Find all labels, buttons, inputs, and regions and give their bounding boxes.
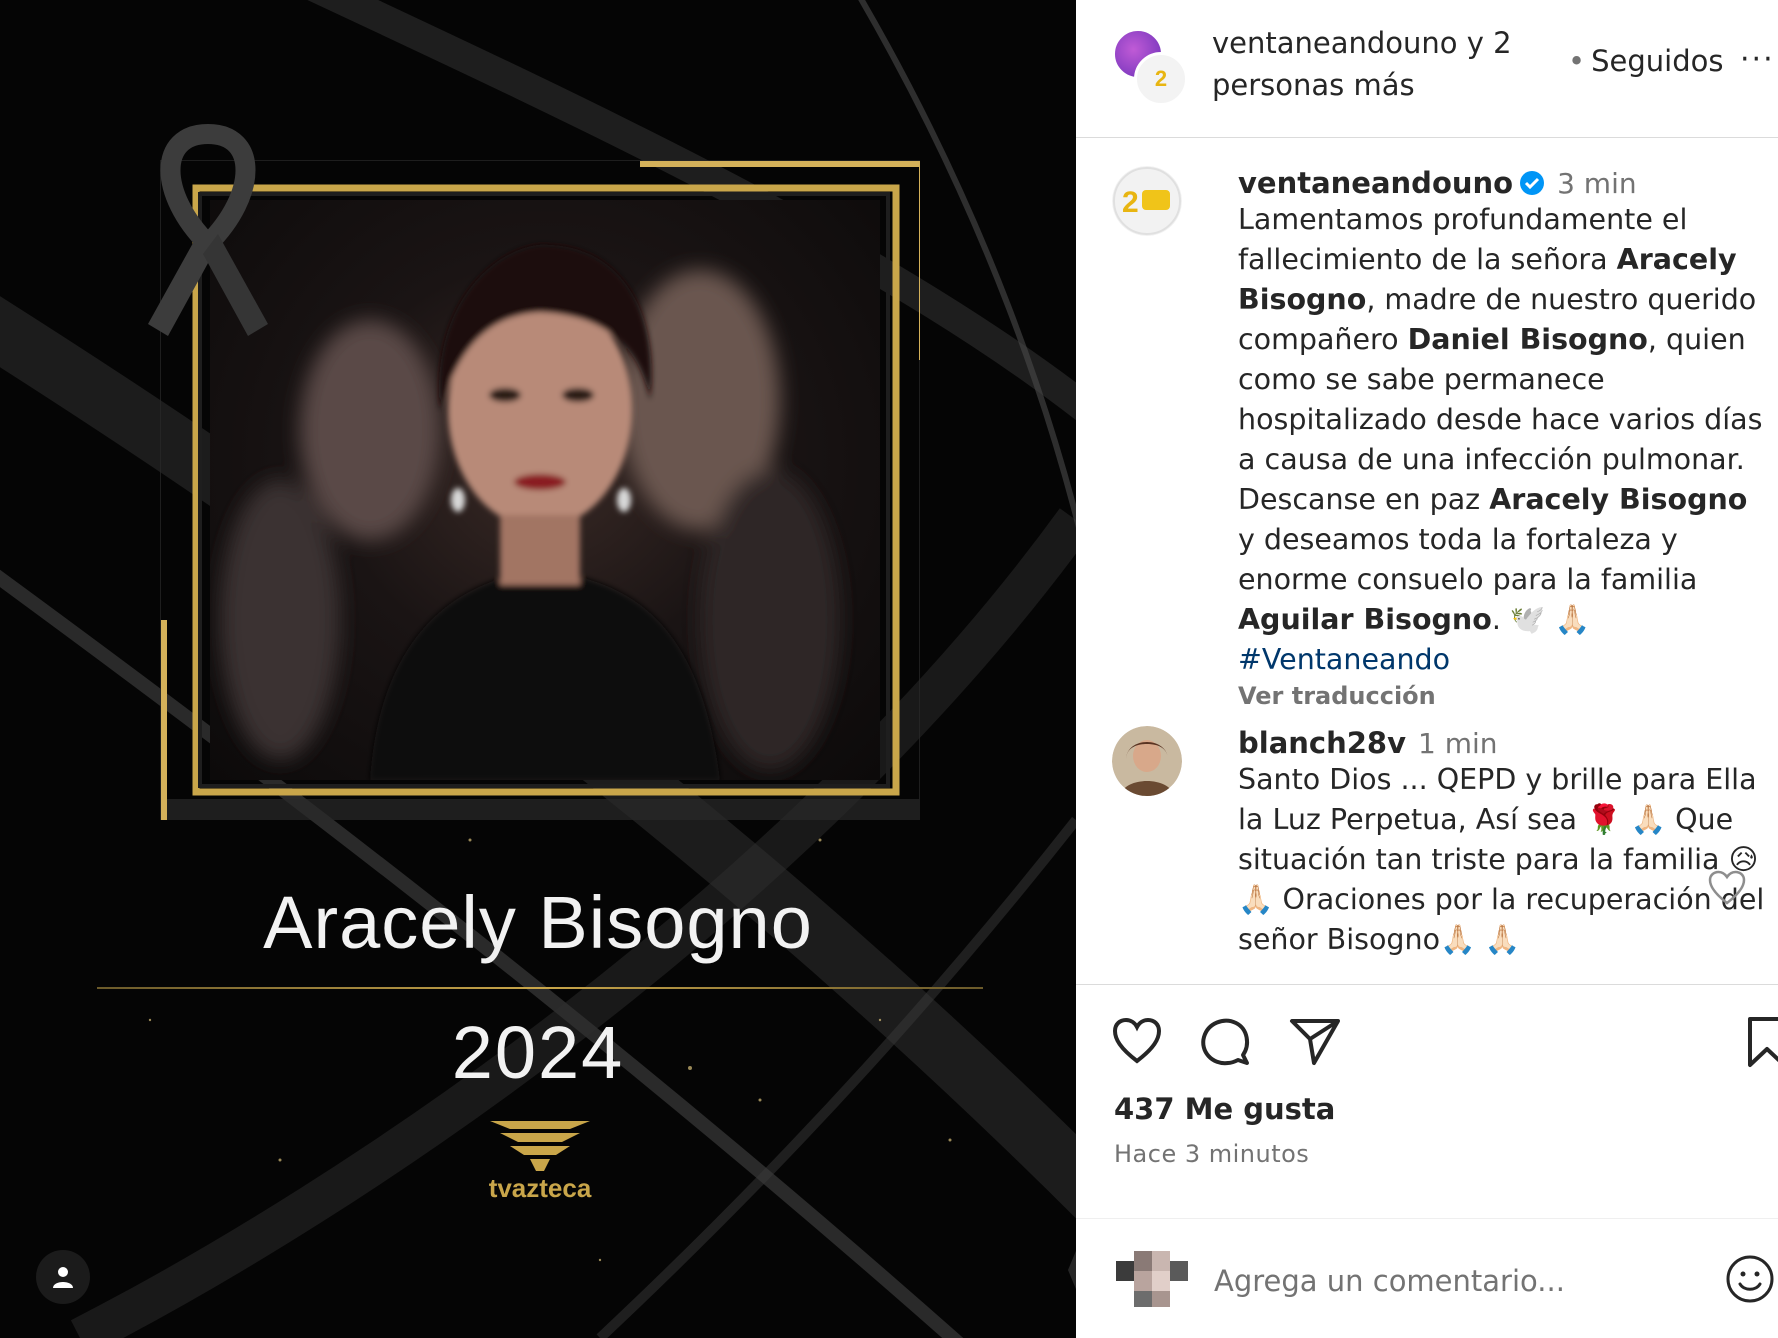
avatar bbox=[1116, 1247, 1192, 1309]
emoji-icon[interactable] bbox=[1724, 1253, 1776, 1305]
comment-time[interactable]: 1 min bbox=[1418, 727, 1498, 760]
add-comment-bar bbox=[1076, 1218, 1778, 1338]
caption-time[interactable]: 3 min bbox=[1557, 167, 1637, 200]
caption-text: Lamentamos profundamente el fallecimient… bbox=[1238, 203, 1763, 676]
comments-scroll-area[interactable]: 2 ventaneandouno 3 min Lamentamos profund… bbox=[1076, 140, 1778, 982]
add-comment-input[interactable] bbox=[1214, 1259, 1654, 1303]
following-button[interactable]: • Seguidos bbox=[1568, 44, 1723, 78]
comment-icon[interactable] bbox=[1198, 1015, 1252, 1069]
tag-user-icon[interactable] bbox=[36, 1250, 90, 1304]
post-timestamp[interactable]: Hace 3 minutos bbox=[1114, 1140, 1309, 1168]
svg-text:2: 2 bbox=[1122, 186, 1139, 219]
following-label: Seguidos bbox=[1591, 44, 1724, 78]
memorial-name: Aracely Bisogno bbox=[263, 881, 813, 964]
save-icon[interactable] bbox=[1740, 1015, 1778, 1069]
verified-badge-icon bbox=[1520, 171, 1545, 195]
post-image[interactable]: Aracely Bisogno 2024 tvazteca bbox=[0, 0, 1076, 1338]
hashtag-link[interactable]: #Ventaneando bbox=[1238, 643, 1450, 676]
mourning-ribbon-icon bbox=[148, 124, 268, 336]
more-options-icon[interactable]: ··· bbox=[1740, 42, 1775, 77]
tvazteca-logo-icon: tvazteca bbox=[470, 1115, 610, 1205]
comment-body: blanch28v 1 min Santo Dios ... QEPD y bri… bbox=[1238, 726, 1768, 960]
see-translation-link[interactable]: Ver traducción bbox=[1238, 682, 1436, 710]
action-bar bbox=[1076, 984, 1778, 1069]
avatar[interactable]: 2 bbox=[1112, 166, 1182, 236]
caption-body: ventaneandouno 3 min Lamentamos profundam… bbox=[1238, 166, 1768, 710]
caption-username[interactable]: ventaneandouno bbox=[1238, 166, 1513, 200]
separator-dot: • bbox=[1568, 44, 1586, 78]
gold-divider bbox=[97, 987, 983, 989]
post-side-panel: 2 ventaneandouno y 2 personas más • Segui… bbox=[1076, 0, 1778, 1338]
like-icon[interactable] bbox=[1110, 1015, 1164, 1069]
post-header: 2 ventaneandouno y 2 personas más • Segui… bbox=[1076, 0, 1778, 138]
brand-wordmark: tvazteca bbox=[488, 1173, 592, 1203]
share-icon[interactable] bbox=[1288, 1015, 1342, 1069]
comment-username[interactable]: blanch28v bbox=[1238, 726, 1406, 760]
likes-count[interactable]: 437 Me gusta bbox=[1114, 1092, 1335, 1126]
post-owners[interactable]: ventaneandouno y 2 personas más bbox=[1212, 22, 1542, 106]
comment-like-icon[interactable] bbox=[1708, 870, 1746, 906]
avatar: 2 bbox=[1134, 52, 1188, 106]
avatar[interactable] bbox=[1112, 726, 1182, 796]
comment-text: Santo Dios ... QEPD y brille para Ella l… bbox=[1238, 763, 1765, 956]
collab-avatars[interactable]: 2 bbox=[1112, 28, 1192, 108]
memorial-year: 2024 bbox=[451, 1011, 625, 1094]
